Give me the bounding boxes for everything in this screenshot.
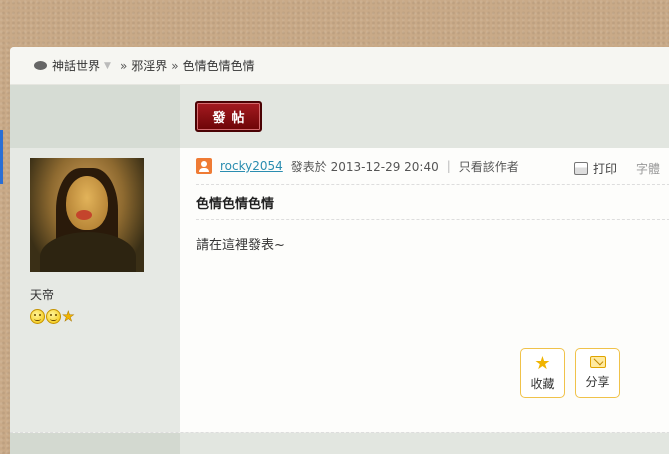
meta-divider: | [446,159,451,173]
avatar-lips [76,210,92,220]
breadcrumb-separator: » [119,58,128,73]
post-body: 請在這裡發表~ [196,238,285,253]
author-panel: 天帝 ★ [10,148,180,432]
print-button[interactable]: 打印 [574,160,617,177]
toolbar-main: 發帖 [180,85,669,148]
footer-main [180,433,669,454]
favorite-label: 收藏 [530,376,555,391]
post-title: 色情色情色情 [196,185,669,220]
star-icon: ★ [534,352,551,374]
post-timestamp: 發表於 2013-12-29 20:40 [290,159,439,174]
font-size-link[interactable]: 字體 [636,160,660,177]
print-label: 打印 [593,162,618,176]
printer-icon [574,162,588,175]
user-icon [196,158,212,174]
author-rank: ★ [30,309,180,324]
toolbar-side [10,85,180,148]
smiley-icon [46,309,61,324]
post-actions: ★ 收藏 分享 [520,348,620,398]
share-button[interactable]: 分享 [575,348,620,398]
thread-toolbar: 發帖 [10,85,669,148]
new-post-button[interactable]: 發帖 [195,101,262,132]
post-footer [10,432,669,454]
breadcrumb-forum[interactable]: 邪淫界 [131,57,167,74]
left-edge-accent [0,130,3,184]
envelope-icon [589,356,606,368]
forum-panel: 神話世界 ▼ » 邪淫界 » 色情色情色情 發帖 天帝 ★ rocky2054 … [10,47,669,454]
breadcrumb-thread[interactable]: 色情色情色情 [183,57,255,74]
chevron-down-icon[interactable]: ▼ [104,61,111,71]
favorite-button[interactable]: ★ 收藏 [520,348,565,398]
post-username[interactable]: rocky2054 [220,159,283,173]
author-name[interactable]: 天帝 [30,286,180,303]
footer-side [10,433,180,454]
breadcrumb-separator: » [171,58,179,73]
avatar[interactable] [30,158,144,272]
share-label: 分享 [585,375,610,389]
breadcrumb-home[interactable]: 神話世界 [52,57,100,74]
post-content: rocky2054 發表於 2013-12-29 20:40 | 只看該作者 打… [180,148,669,432]
home-icon[interactable] [34,61,47,70]
smiley-icon [30,309,45,324]
avatar-body [40,232,136,272]
star-icon: ★ [62,308,75,325]
breadcrumb: 神話世界 ▼ » 邪淫界 » 色情色情色情 [10,47,669,85]
post: 天帝 ★ rocky2054 發表於 2013-12-29 20:40 | 只看… [10,148,669,432]
post-meta: rocky2054 發表於 2013-12-29 20:40 | 只看該作者 打… [196,148,669,185]
avatar-face [66,176,108,230]
only-author-link[interactable]: 只看該作者 [459,158,519,175]
